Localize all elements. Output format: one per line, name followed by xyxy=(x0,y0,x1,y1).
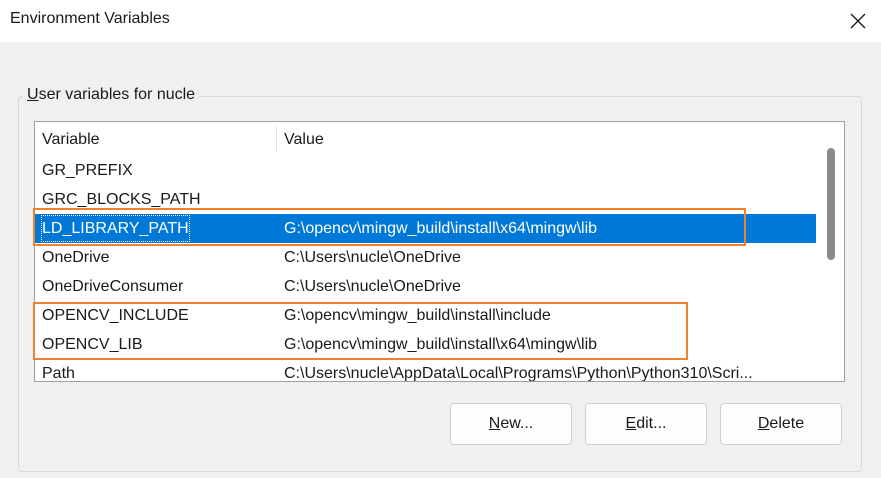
variable-value: C:\Users\nucle\AppData\Local\Programs\Py… xyxy=(284,365,753,382)
title-bar: Environment Variables xyxy=(0,0,881,42)
variable-value: C:\Users\nucle\OneDrive xyxy=(284,278,461,295)
close-button[interactable] xyxy=(835,0,881,42)
table-row[interactable]: OPENCV_LIB G:\opencv\mingw_build\install… xyxy=(35,330,816,359)
user-variables-list[interactable]: Variable Value GR_PREFIX GRC_BLOCKS_PATH… xyxy=(34,121,845,382)
column-header-variable[interactable]: Variable xyxy=(42,122,100,156)
column-header-value[interactable]: Value xyxy=(284,122,324,156)
table-row[interactable]: GR_PREFIX xyxy=(35,156,816,185)
table-row[interactable]: OneDrive C:\Users\nucle\OneDrive xyxy=(35,243,816,272)
variable-value: G:\opencv\mingw_build\install\x64\mingw\… xyxy=(284,336,598,353)
variable-name: Path xyxy=(42,365,75,382)
table-row[interactable]: OPENCV_INCLUDE G:\opencv\mingw_build\ins… xyxy=(35,301,816,330)
delete-button[interactable]: Delete xyxy=(720,403,842,445)
variable-name: OPENCV_INCLUDE xyxy=(42,307,189,324)
list-header: Variable Value xyxy=(35,122,815,156)
variable-name: GRC_BLOCKS_PATH xyxy=(42,191,201,208)
new-button[interactable]: New... xyxy=(450,403,572,445)
table-row[interactable]: Path C:\Users\nucle\AppData\Local\Progra… xyxy=(35,359,816,382)
vertical-scrollbar[interactable] xyxy=(817,122,844,381)
variable-value: C:\Users\nucle\OneDrive xyxy=(284,249,461,266)
environment-variables-dialog: Environment Variables User variables for… xyxy=(0,0,881,478)
variable-name: OneDrive xyxy=(42,249,110,266)
table-row-selected[interactable]: LD_LIBRARY_PATH G:\opencv\mingw_build\in… xyxy=(35,214,816,243)
column-divider[interactable] xyxy=(276,126,277,152)
variable-name: OneDriveConsumer xyxy=(42,278,184,295)
variable-value: G:\opencv\mingw_build\install\include xyxy=(284,307,551,324)
table-row[interactable]: OneDriveConsumer C:\Users\nucle\OneDrive xyxy=(35,272,816,301)
scrollbar-thumb[interactable] xyxy=(827,148,835,260)
close-icon xyxy=(850,13,866,29)
variable-name: GR_PREFIX xyxy=(42,162,133,179)
window-title: Environment Variables xyxy=(10,10,170,27)
variable-value: G:\opencv\mingw_build\install\x64\mingw\… xyxy=(284,220,598,237)
variable-name: OPENCV_LIB xyxy=(42,336,143,353)
table-row[interactable]: GRC_BLOCKS_PATH xyxy=(35,185,816,214)
variable-name: LD_LIBRARY_PATH xyxy=(40,214,191,243)
user-variables-label: User variables for nucle xyxy=(23,86,200,104)
edit-button[interactable]: Edit... xyxy=(585,403,707,445)
